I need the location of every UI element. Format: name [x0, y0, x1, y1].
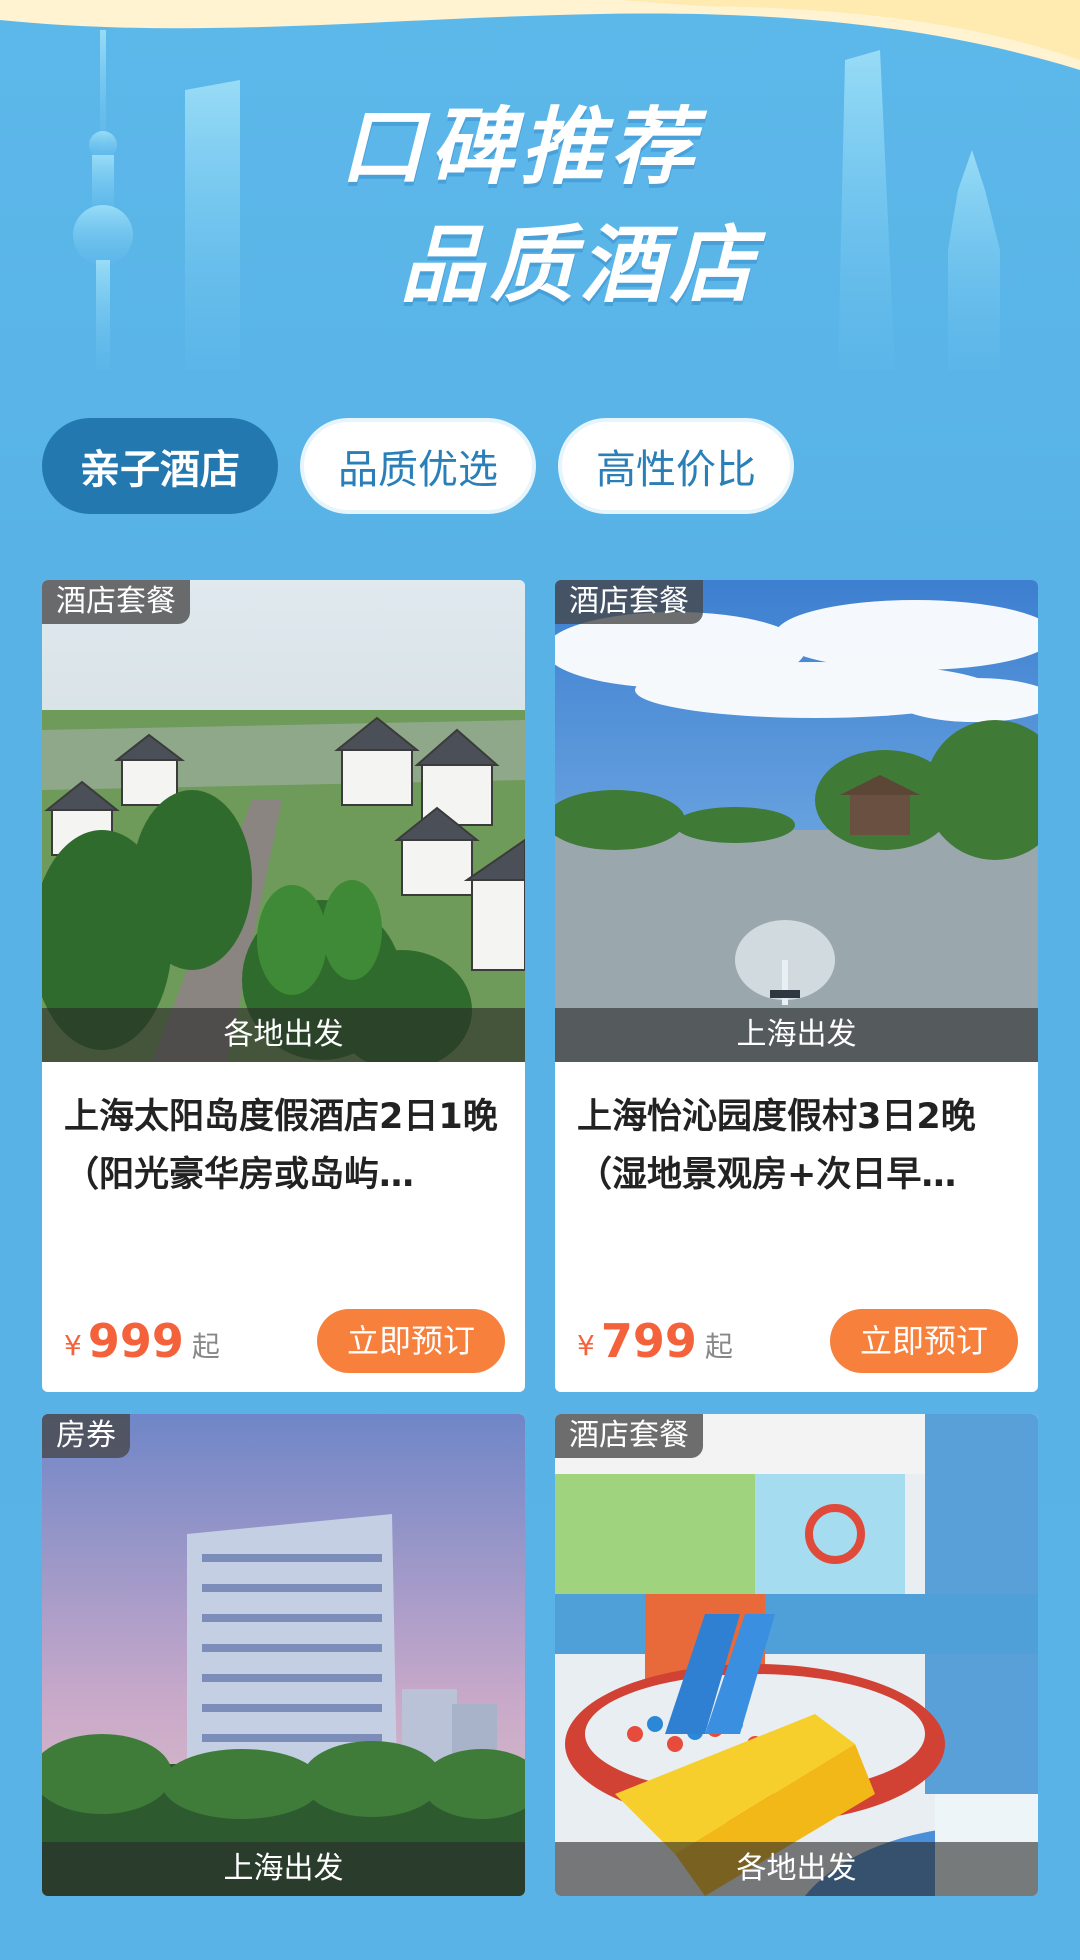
- hotel-photo: 酒店套餐 上海出发: [555, 580, 1038, 1062]
- tab-value-for-money[interactable]: 高性价比: [558, 418, 794, 514]
- hotel-photo: 房券 上海出发: [42, 1414, 525, 1896]
- hotel-title[interactable]: 上海太阳岛度假酒店2日1晚（阳光豪华房或岛屿…: [64, 1088, 503, 1204]
- departure-label: 各地出发: [42, 1008, 525, 1062]
- hotel-card[interactable]: 酒店套餐 上海出发 上海怡沁园度假村3日2晚（湿地景观房+次日早… ¥ 799 …: [555, 580, 1038, 1392]
- departure-label: 各地出发: [555, 1842, 1038, 1896]
- hotel-title[interactable]: 上海怡沁园度假村3日2晚（湿地景观房+次日早…: [577, 1088, 1016, 1204]
- currency-symbol: ¥: [64, 1328, 82, 1362]
- card-body: 上海怡沁园度假村3日2晚（湿地景观房+次日早… ¥ 799 起 立即预订: [555, 1062, 1038, 1392]
- hero-title-line2: 品质酒店: [399, 216, 760, 314]
- category-tabs: 亲子酒店 品质优选 高性价比: [42, 418, 794, 514]
- card-body: 上海太阳岛度假酒店2日1晚（阳光豪华房或岛屿… ¥ 999 起 立即预订: [42, 1062, 525, 1392]
- card-tag: 酒店套餐: [42, 580, 190, 624]
- hotel-card[interactable]: 酒店套餐 各地出发 上海太阳岛度假酒店2日1晚（阳光豪华房或岛屿… ¥ 999 …: [42, 580, 525, 1392]
- tab-quality-selection[interactable]: 品质优选: [300, 418, 536, 514]
- hero-title-line1: 口碑推荐: [339, 98, 700, 196]
- hotel-photo: 酒店套餐 各地出发: [555, 1414, 1038, 1896]
- price-value: 799: [600, 1314, 697, 1368]
- hero-title: 口碑推荐 品质酒店: [0, 105, 1080, 307]
- departure-label: 上海出发: [42, 1842, 525, 1896]
- hotel-card[interactable]: 酒店套餐 各地出发: [555, 1414, 1038, 1896]
- currency-symbol: ¥: [577, 1328, 595, 1362]
- price-suffix: 起: [704, 1330, 733, 1363]
- card-tag: 酒店套餐: [555, 580, 703, 624]
- book-now-button[interactable]: 立即预订: [316, 1309, 505, 1373]
- tab-family-hotel[interactable]: 亲子酒店: [42, 418, 278, 514]
- card-tag: 酒店套餐: [555, 1414, 703, 1458]
- card-tag: 房券: [42, 1414, 130, 1458]
- departure-label: 上海出发: [555, 1008, 1038, 1062]
- book-now-button[interactable]: 立即预订: [829, 1309, 1018, 1373]
- price-value: 999: [87, 1314, 184, 1368]
- price-row: ¥ 799 起 立即预订: [577, 1308, 1018, 1374]
- price-row: ¥ 999 起 立即预订: [64, 1308, 505, 1374]
- page: 口碑推荐 品质酒店 亲子酒店 品质优选 高性价比 酒店套餐 各地出发 上海太阳岛…: [0, 0, 1080, 1960]
- price-suffix: 起: [191, 1330, 220, 1363]
- hotel-photo: 酒店套餐 各地出发: [42, 580, 525, 1062]
- hotel-card[interactable]: 房券 上海出发: [42, 1414, 525, 1896]
